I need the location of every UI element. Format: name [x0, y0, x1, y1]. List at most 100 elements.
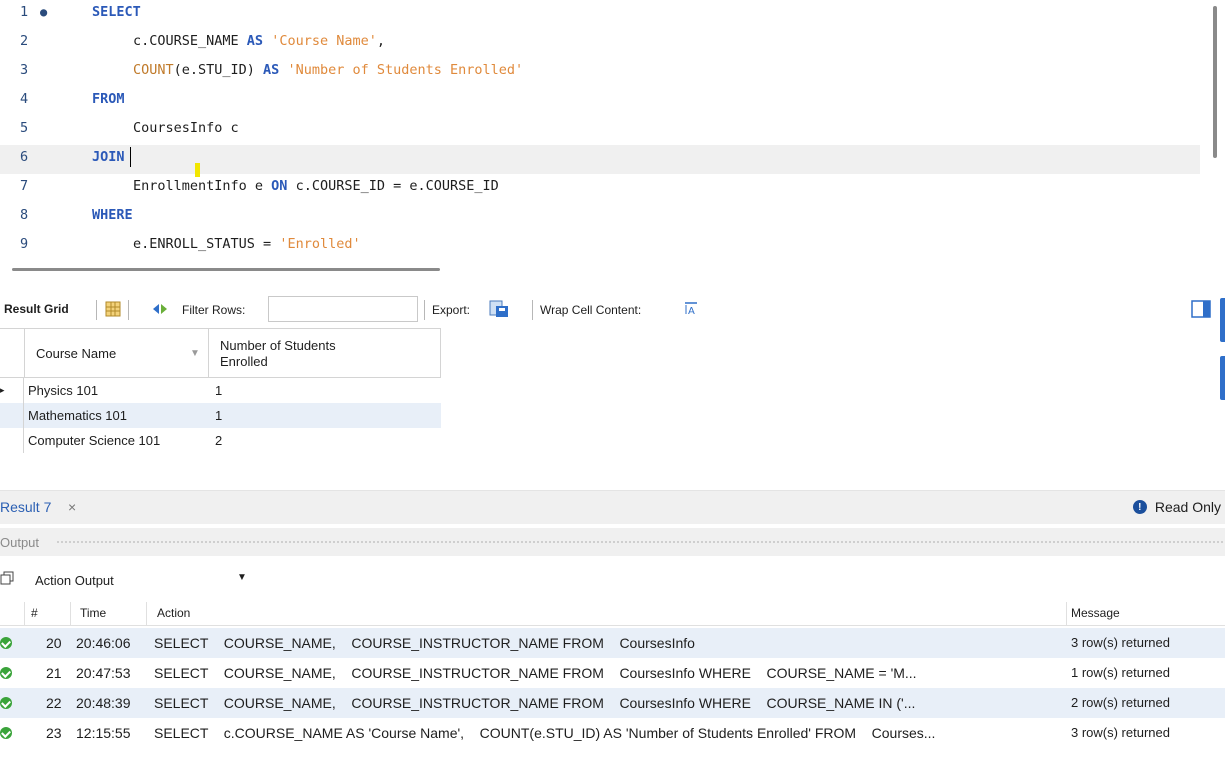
- code-token: SELECT: [92, 4, 141, 20]
- filter-rows-label: Filter Rows:: [182, 303, 246, 317]
- line-number: 5: [20, 120, 29, 136]
- cell-student-count[interactable]: 1: [215, 378, 222, 403]
- table-row[interactable]: Computer Science 101 2: [0, 428, 441, 453]
- code-token: WHERE: [92, 207, 133, 223]
- code-token: JOIN: [92, 149, 125, 165]
- line-number: 3: [20, 62, 29, 78]
- code-token: 'Course Name': [263, 33, 377, 49]
- result-grid-label[interactable]: Result Grid: [4, 302, 69, 316]
- toolbar-divider: [532, 300, 533, 320]
- output-table-header: # Time Action Message: [0, 602, 1225, 626]
- output-title: Output: [0, 535, 40, 550]
- editor-horizontal-scrollbar[interactable]: [12, 268, 440, 271]
- refresh-icon[interactable]: [150, 301, 170, 317]
- grid-header: Course Name ▼ Number of Students Enrolle…: [0, 328, 441, 378]
- cell-number: 21: [46, 665, 62, 681]
- editor-line[interactable]: 9 e.ENROLL_STATUS = 'Enrolled': [0, 232, 1200, 261]
- output-panel-header: Output: [0, 528, 1225, 556]
- toggle-panel-icon[interactable]: [1191, 300, 1211, 318]
- code-text: SELECT: [92, 0, 141, 24]
- action-output-select[interactable]: Action Output ▼: [22, 568, 252, 592]
- cell-time: 20:47:53: [76, 665, 131, 681]
- editor-line[interactable]: 2 c.COURSE_NAME AS 'Course Name',: [0, 29, 1200, 58]
- editor-line[interactable]: 4 FROM: [0, 87, 1200, 116]
- info-icon: !: [1132, 500, 1147, 514]
- editor-vertical-scrollbar[interactable]: [1213, 6, 1217, 158]
- column-header-message[interactable]: Message: [1071, 606, 1120, 620]
- change-marker: [195, 163, 200, 177]
- cell-student-count[interactable]: 2: [215, 428, 222, 453]
- statement-marker-icon[interactable]: ●: [40, 0, 47, 24]
- row-header[interactable]: [0, 403, 24, 428]
- cell-action: SELECT c.COURSE_NAME AS 'Course Name', C…: [154, 725, 936, 741]
- cell-time: 20:46:06: [76, 635, 131, 651]
- grid-view-icon[interactable]: [105, 301, 121, 317]
- export-label: Export:: [432, 303, 471, 317]
- success-check-icon: [0, 697, 12, 709]
- column-header-time[interactable]: Time: [80, 606, 106, 620]
- drag-handle[interactable]: [56, 540, 1225, 545]
- code-token: CoursesInfo c: [133, 120, 239, 136]
- column-header-number[interactable]: #: [31, 606, 38, 620]
- close-icon[interactable]: ×: [68, 499, 76, 515]
- code-token: (e.STU_ID): [173, 62, 264, 78]
- line-number: 7: [20, 178, 29, 194]
- side-panel-tab[interactable]: [1220, 298, 1225, 342]
- line-number: 4: [20, 91, 29, 107]
- cell-action: SELECT COURSE_NAME, COURSE_INSTRUCTOR_NA…: [154, 665, 917, 681]
- code-text: e.ENROLL_STATUS = 'Enrolled': [133, 232, 361, 256]
- cell-course-name[interactable]: Computer Science 101: [28, 428, 160, 453]
- cell-number: 23: [46, 725, 62, 741]
- toolbar-divider: [424, 300, 425, 320]
- filter-rows-input[interactable]: [268, 296, 418, 322]
- side-panel-tab[interactable]: [1220, 356, 1225, 400]
- result-tab-bar: Result 7 × ! Read Only: [0, 490, 1225, 524]
- tab-result-7[interactable]: Result 7: [0, 499, 51, 515]
- row-header[interactable]: ▸: [0, 378, 24, 403]
- code-text: WHERE: [92, 203, 133, 227]
- code-token: ON: [271, 178, 288, 194]
- code-text: FROM: [92, 87, 125, 111]
- table-row[interactable]: Mathematics 101 1: [0, 403, 441, 428]
- cell-student-count[interactable]: 1: [215, 403, 222, 428]
- export-icon[interactable]: [489, 300, 509, 318]
- editor-line[interactable]: 8 WHERE: [0, 203, 1200, 232]
- line-number: 9: [20, 236, 29, 252]
- cell-course-name[interactable]: Mathematics 101: [28, 403, 127, 428]
- output-row[interactable]: 23 12:15:55 SELECT c.COURSE_NAME AS 'Cours…: [0, 718, 1225, 748]
- cell-time: 12:15:55: [76, 725, 131, 741]
- column-header-course-name[interactable]: Course Name: [36, 329, 116, 378]
- action-output-label: Action Output: [35, 573, 114, 588]
- cell-action: SELECT COURSE_NAME, COURSE_INSTRUCTOR_NA…: [154, 635, 695, 651]
- column-header-action[interactable]: Action: [157, 606, 190, 620]
- cell-message: 2 row(s) returned: [1071, 695, 1170, 710]
- column-header-students[interactable]: Number of Students Enrolled: [220, 329, 380, 378]
- code-token: e.ENROLL_STATUS =: [133, 236, 280, 252]
- table-row[interactable]: ▸ Physics 101 1: [0, 378, 441, 403]
- editor-line[interactable]: 6 JOIN: [0, 145, 1200, 174]
- sql-editor[interactable]: 1 ● SELECT 2 c.COURSE_NAME AS 'Course Name',…: [0, 0, 1225, 262]
- output-row[interactable]: 22 20:48:39 SELECT COURSE_NAME, COURSE_INS…: [0, 688, 1225, 718]
- output-row[interactable]: 21 20:47:53 SELECT COURSE_NAME, COURSE_INS…: [0, 658, 1225, 688]
- row-header[interactable]: [0, 428, 24, 453]
- editor-line[interactable]: 3 COUNT(e.STU_ID) AS 'Number of Students …: [0, 58, 1200, 87]
- sort-arrow-icon[interactable]: ▼: [190, 329, 200, 378]
- wrap-cell-icon[interactable]: A: [684, 301, 698, 315]
- code-token: 'Enrolled': [279, 236, 361, 252]
- editor-line[interactable]: 7 EnrollmentInfo e ON c.COURSE_ID = e.COU…: [0, 174, 1200, 203]
- cell-message: 1 row(s) returned: [1071, 665, 1170, 680]
- code-token: c.COURSE_NAME: [133, 33, 247, 49]
- code-token: FROM: [92, 91, 125, 107]
- code-token: AS: [263, 62, 280, 78]
- output-row[interactable]: 20 20:46:06 SELECT COURSE_NAME, COURSE_INS…: [0, 628, 1225, 658]
- toolbar-divider: [128, 300, 129, 320]
- success-check-icon: [0, 637, 12, 649]
- cell-course-name[interactable]: Physics 101: [28, 378, 98, 403]
- line-number: 8: [20, 207, 29, 223]
- copy-icon[interactable]: [0, 571, 14, 585]
- cell-message: 3 row(s) returned: [1071, 635, 1170, 650]
- editor-line[interactable]: 5 CoursesInfo c: [0, 116, 1200, 145]
- editor-line[interactable]: 1 ● SELECT: [0, 0, 1200, 29]
- cell-number: 20: [46, 635, 62, 651]
- code-token: AS: [246, 33, 264, 49]
